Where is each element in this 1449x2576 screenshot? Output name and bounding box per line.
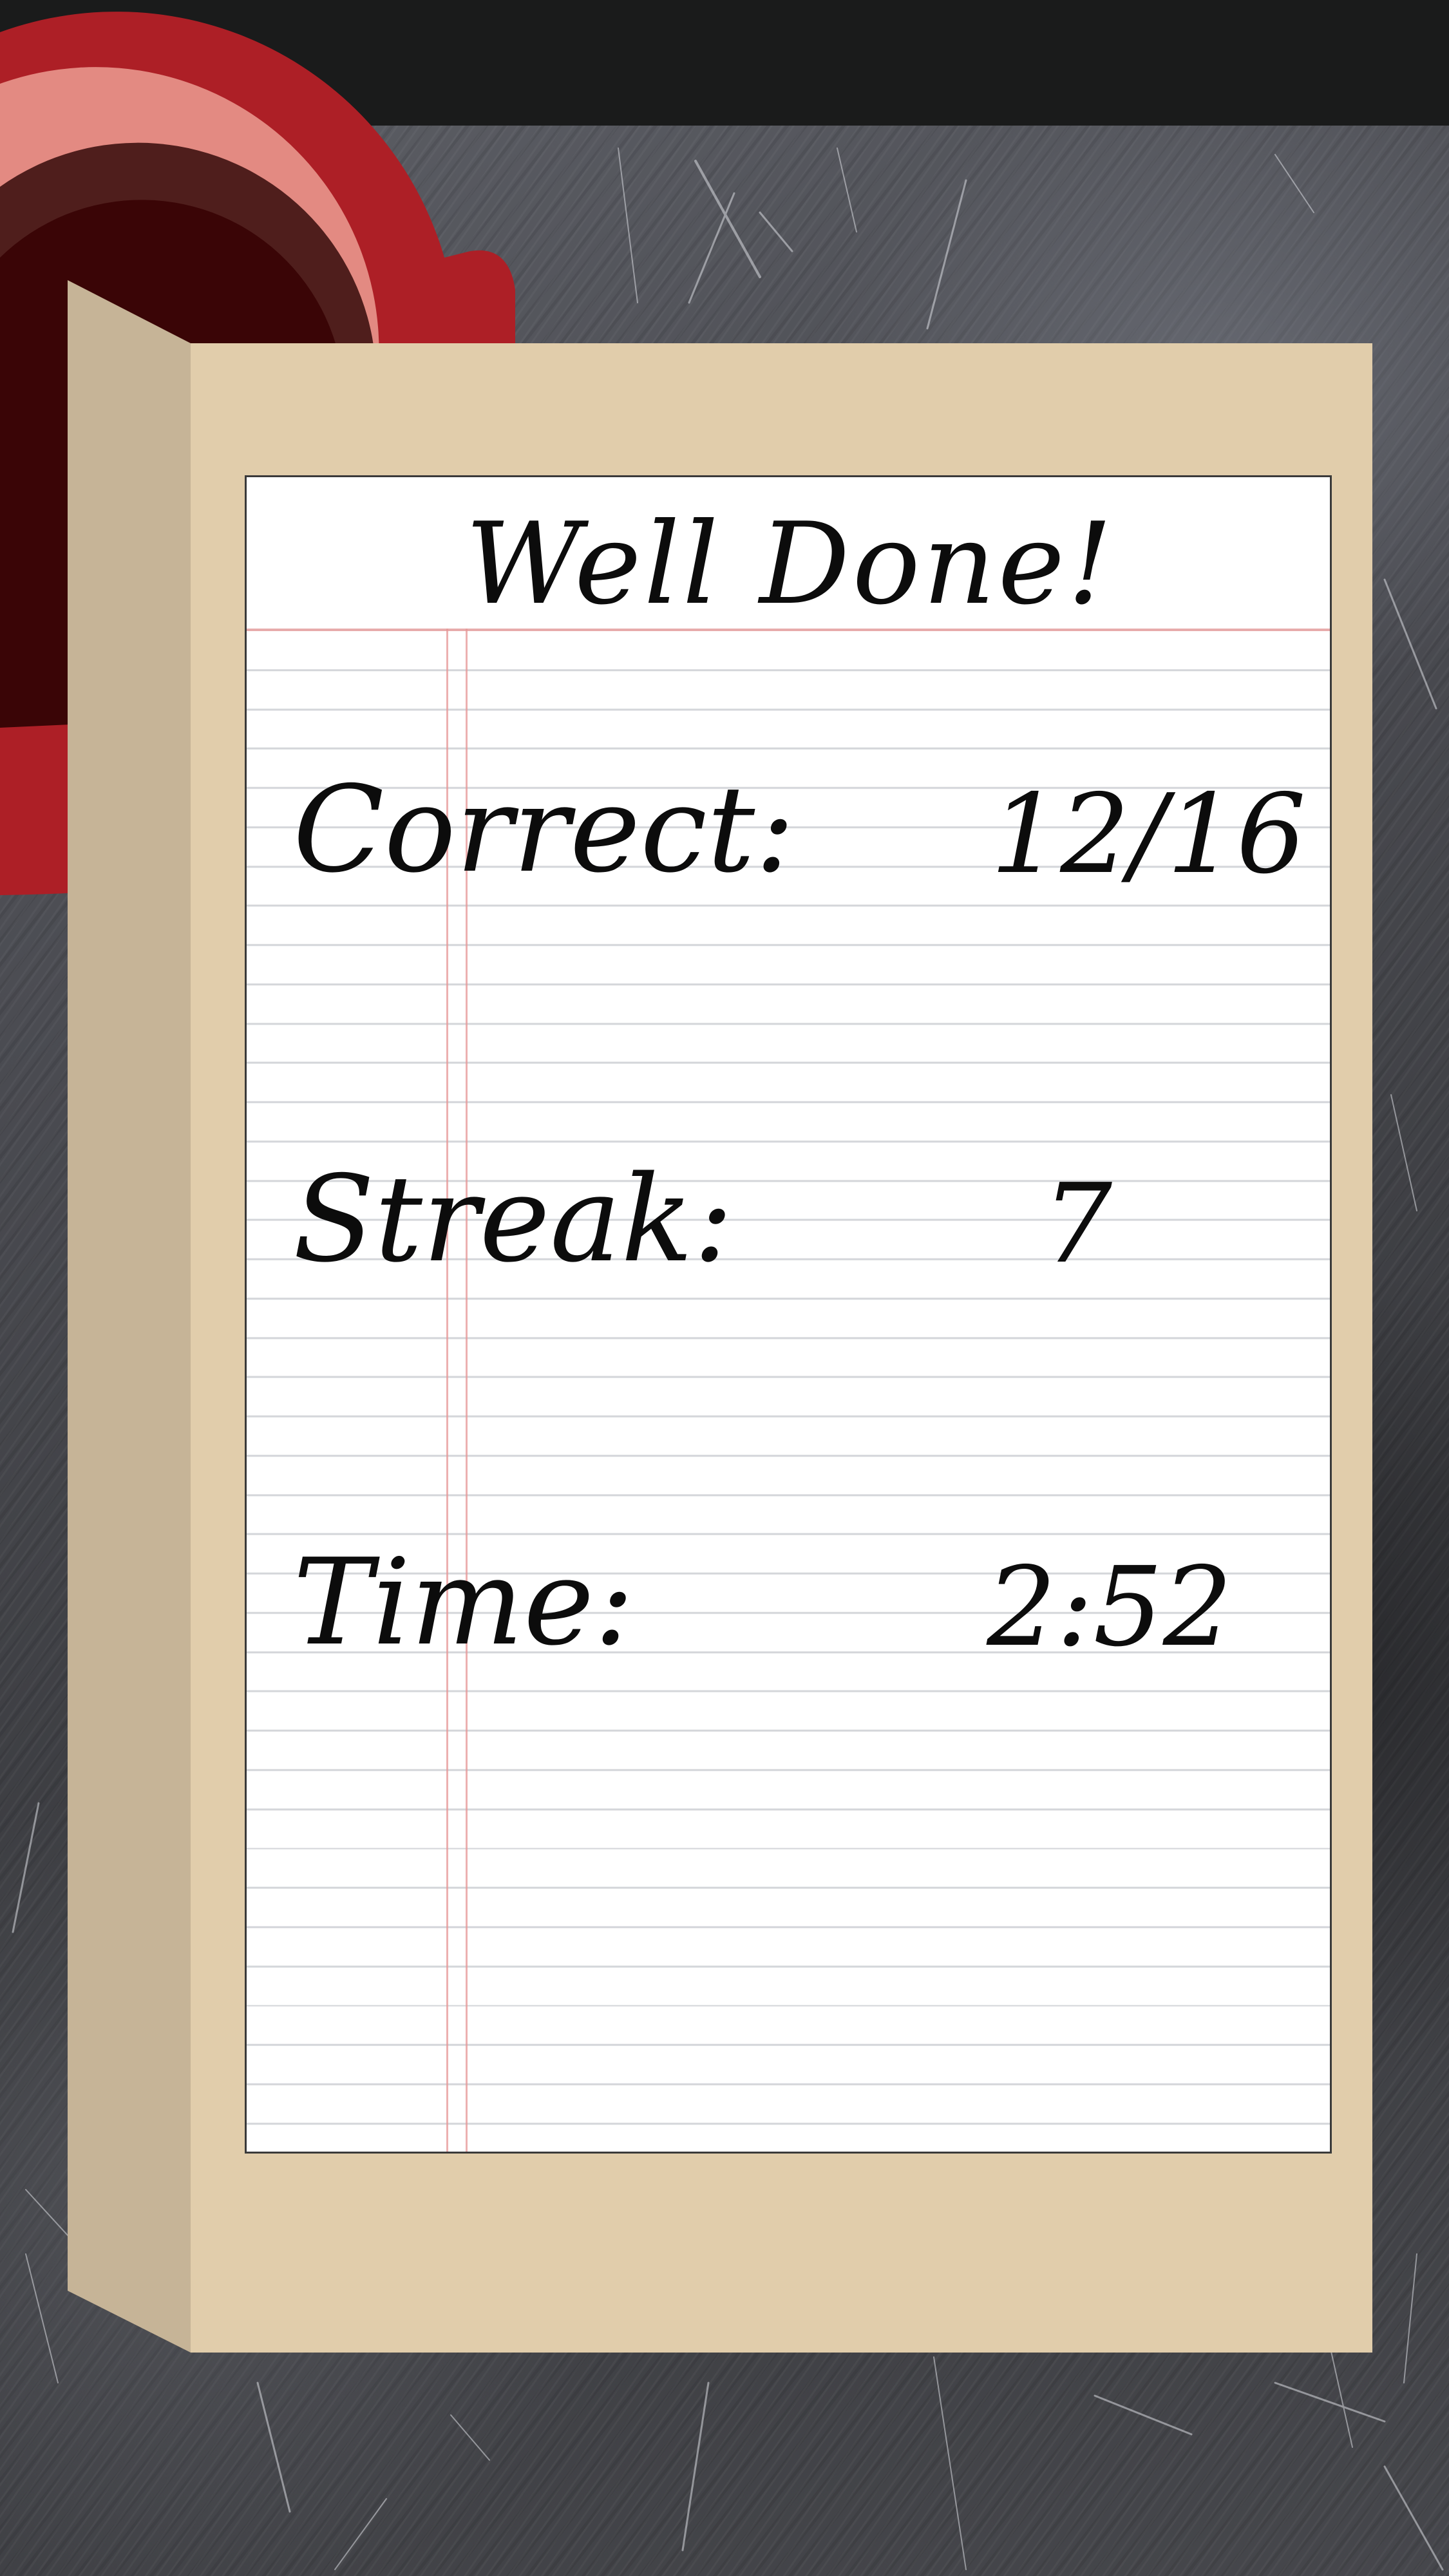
correct-label: Correct: [293,760,795,899]
well-done-title: Well Done! [465,499,1115,630]
time-label: Time: [293,1533,634,1672]
streak-label: Streak: [293,1150,734,1289]
time-value: 2:52 [987,1544,1233,1671]
results-paper: Well Done! Correct: 12/16 Streak: 7 Time… [245,475,1332,2154]
correct-value: 12/16 [990,771,1306,898]
streak-value: 7 [1042,1160,1113,1288]
